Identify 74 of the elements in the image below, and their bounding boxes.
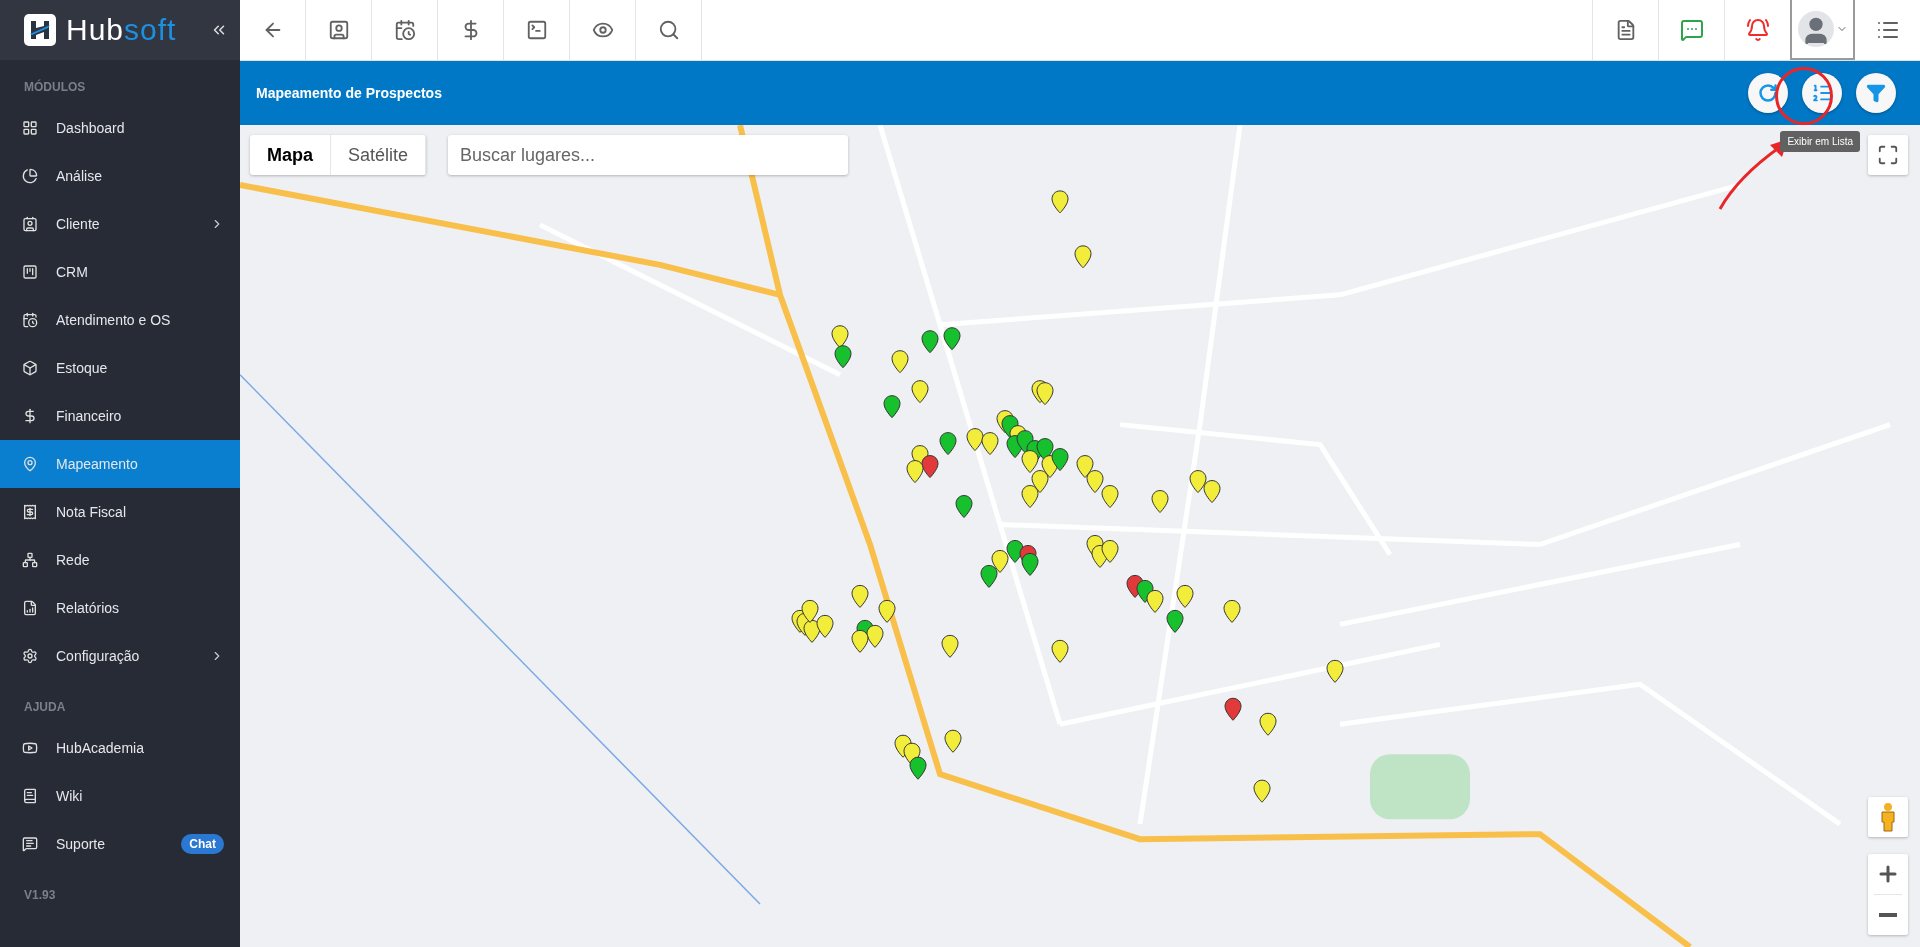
sidebar-item[interactable]: Suporte Chat bbox=[0, 820, 240, 868]
menu-label: CRM bbox=[56, 264, 89, 280]
section-title: AJUDA bbox=[23, 699, 67, 716]
settings-icon bbox=[22, 648, 38, 664]
sidebar-item[interactable]: Rede bbox=[0, 536, 240, 584]
box-icon bbox=[22, 360, 38, 376]
video-icon bbox=[22, 740, 38, 756]
menu-label: Atendimento e OS bbox=[56, 312, 172, 328]
search-field[interactable]: Buscar lugares... bbox=[448, 135, 849, 175]
menu-label: Relatórios bbox=[56, 600, 121, 616]
list-view-button[interactable] bbox=[1802, 73, 1842, 113]
filter-icon bbox=[1866, 83, 1886, 103]
section-title: MÓDULOS bbox=[23, 78, 87, 96]
search-icon bbox=[657, 19, 680, 41]
page-title: Mapeamento de Prospectos bbox=[256, 85, 443, 101]
sidebar-item[interactable]: Estoque bbox=[0, 344, 240, 392]
calendar-clock-icon bbox=[393, 19, 416, 41]
sidebar-item[interactable]: Análise bbox=[0, 152, 240, 200]
map-pin-icon bbox=[22, 456, 38, 472]
sidebar-item[interactable]: Dashboard bbox=[0, 104, 240, 152]
sidebar-item[interactable]: CRM bbox=[0, 248, 240, 296]
person-icon bbox=[1879, 802, 1897, 832]
version-label: V1.93 bbox=[23, 887, 57, 904]
avatar-silhouette bbox=[1797, 11, 1834, 47]
receipt-icon bbox=[22, 504, 38, 520]
user-card-icon bbox=[327, 19, 350, 41]
menu-label: Análise bbox=[56, 168, 103, 184]
chat-badge: Chat bbox=[181, 834, 224, 854]
sidebar-item[interactable]: Nota Fiscal bbox=[0, 488, 240, 536]
bell-icon bbox=[1745, 18, 1770, 42]
menu-label: Dashboard bbox=[56, 120, 126, 136]
logo-icon bbox=[24, 14, 56, 46]
sidebar-item[interactable]: Wiki bbox=[0, 772, 240, 820]
map-type-tab[interactable]: Mapa bbox=[250, 135, 331, 175]
sidebar-item[interactable]: Atendimento e OS bbox=[0, 296, 240, 344]
sidebar-item[interactable]: Cliente bbox=[0, 200, 240, 248]
menu-label: Rede bbox=[56, 552, 91, 568]
dollar-icon bbox=[22, 408, 38, 424]
chat-icon bbox=[22, 836, 38, 852]
calendar-clock-icon bbox=[22, 312, 38, 328]
fullscreen-icon bbox=[1877, 144, 1899, 166]
report-icon bbox=[22, 600, 38, 616]
menu-label: HubAcademia bbox=[56, 740, 145, 756]
street-view-button[interactable] bbox=[1868, 797, 1908, 837]
sidebar-item[interactable]: Relatórios bbox=[0, 584, 240, 632]
menu-label: Configuração bbox=[56, 648, 141, 664]
brand-logo: Hubsoft bbox=[66, 13, 178, 47]
grid-icon bbox=[22, 120, 38, 136]
terminal-icon bbox=[525, 19, 548, 41]
contact-card-icon bbox=[22, 216, 38, 232]
fullscreen-button[interactable] bbox=[1868, 135, 1908, 175]
tooltip: Exibir em Lista bbox=[1780, 131, 1860, 152]
menu-label: Cliente bbox=[56, 216, 101, 232]
book-icon bbox=[22, 788, 38, 804]
menu-label: Suporte bbox=[56, 836, 107, 852]
menu-label: Wiki bbox=[56, 788, 84, 804]
map-type-tab[interactable]: Satélite bbox=[331, 135, 427, 175]
sidebar-item[interactable]: Configuração bbox=[0, 632, 240, 680]
sidebar-item[interactable]: Financeiro bbox=[0, 392, 240, 440]
network-icon bbox=[22, 552, 38, 568]
pie-chart-icon bbox=[22, 168, 38, 184]
message-icon bbox=[1679, 18, 1704, 42]
menu-label: Financeiro bbox=[56, 408, 123, 424]
filter-button[interactable] bbox=[1856, 73, 1896, 113]
menu-label: Mapeamento bbox=[56, 456, 139, 472]
user-menu-button[interactable] bbox=[1790, 0, 1855, 60]
minus-icon bbox=[1879, 913, 1897, 917]
kanban-icon bbox=[22, 264, 38, 280]
refresh-icon bbox=[1758, 83, 1778, 103]
sidebar-item[interactable]: HubAcademia bbox=[0, 724, 240, 772]
menu-label: Nota Fiscal bbox=[56, 504, 128, 520]
refresh-button[interactable] bbox=[1748, 73, 1788, 113]
sidebar-item[interactable]: Mapeamento bbox=[0, 440, 240, 488]
menu-label: Estoque bbox=[56, 360, 109, 376]
